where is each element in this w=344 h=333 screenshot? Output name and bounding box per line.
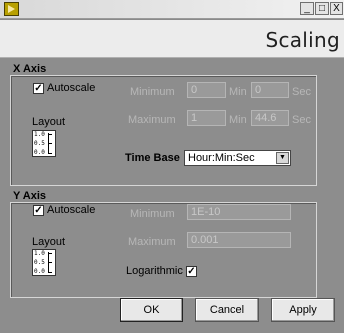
y-axis-group: ✓ Autoscale Layout 1.0 0.5 0.0 Minimum 1…: [10, 202, 317, 298]
layout-tick-label: 0.5: [34, 259, 45, 266]
x-minimum-sec-unit: Sec: [292, 86, 311, 98]
time-base-label: Time Base: [125, 152, 180, 164]
logarithmic-checkbox[interactable]: ✓: [186, 266, 197, 277]
y-autoscale-checkbox[interactable]: ✓: [33, 205, 44, 216]
app-icon: [4, 2, 19, 16]
layout-tick: [49, 143, 52, 144]
title-bar: _ □ X: [0, 0, 344, 19]
y-minimum-field: 1E-10: [187, 204, 291, 220]
x-maximum-min-field: 1: [187, 110, 226, 126]
layout-tick: [49, 134, 52, 135]
y-minimum-label: Minimum: [130, 208, 175, 220]
ok-button[interactable]: OK: [120, 298, 183, 322]
x-minimum-sec-field: 0: [251, 82, 289, 98]
x-layout-label: Layout: [32, 116, 66, 128]
scaling-dialog: _ □ X Scaling X Axis ✓ Autoscale Layout …: [0, 0, 344, 333]
apply-button[interactable]: Apply: [271, 298, 335, 322]
layout-tick-label: 0.5: [34, 140, 45, 147]
time-base-select[interactable]: Hour:Min:Sec ▼: [184, 150, 291, 166]
minimize-button[interactable]: _: [300, 2, 314, 15]
x-axis-group: ✓ Autoscale Layout 1.0 0.5 0.0 Minimum 0…: [10, 75, 317, 186]
layout-tick-label: 1.0: [34, 131, 45, 138]
y-maximum-label: Maximum: [128, 236, 176, 248]
x-axis-title: X Axis: [13, 63, 47, 75]
y-autoscale-label: Autoscale: [47, 204, 96, 216]
y-layout-icon[interactable]: 1.0 0.5 0.0: [32, 249, 56, 276]
x-maximum-min-unit: Min: [229, 114, 247, 126]
x-autoscale-checkbox[interactable]: ✓: [33, 83, 44, 94]
layout-tick: [49, 262, 52, 263]
x-minimum-label: Minimum: [130, 86, 175, 98]
layout-tick-label: 0.0: [34, 268, 45, 275]
y-layout-label: Layout: [32, 236, 66, 248]
x-maximum-sec-field: 44.6: [251, 110, 289, 126]
layout-tick: [49, 272, 52, 273]
x-layout-icon[interactable]: 1.0 0.5 0.0: [32, 130, 56, 157]
dialog-title: Scaling: [265, 28, 340, 52]
cancel-button[interactable]: Cancel: [195, 298, 259, 322]
layout-tick: [49, 153, 52, 154]
y-axis-title: Y Axis: [13, 190, 47, 202]
close-button[interactable]: X: [330, 2, 343, 15]
layout-tick-label: 0.0: [34, 149, 45, 156]
time-base-value: Hour:Min:Sec: [188, 152, 255, 164]
x-autoscale-label: Autoscale: [47, 82, 96, 94]
dialog-body: X Axis ✓ Autoscale Layout 1.0 0.5 0.0 Mi…: [0, 58, 344, 333]
x-minimum-min-unit: Min: [229, 86, 247, 98]
x-minimum-min-field: 0: [187, 82, 226, 98]
x-maximum-label: Maximum: [128, 114, 176, 126]
x-maximum-sec-unit: Sec: [292, 114, 311, 126]
layout-tick: [49, 253, 52, 254]
chevron-down-icon[interactable]: ▼: [276, 152, 289, 164]
dialog-header: Scaling: [0, 20, 344, 58]
maximize-button[interactable]: □: [315, 2, 329, 15]
logarithmic-label: Logarithmic: [126, 265, 183, 277]
layout-tick-label: 1.0: [34, 250, 45, 257]
y-maximum-field: 0.001: [187, 232, 291, 248]
